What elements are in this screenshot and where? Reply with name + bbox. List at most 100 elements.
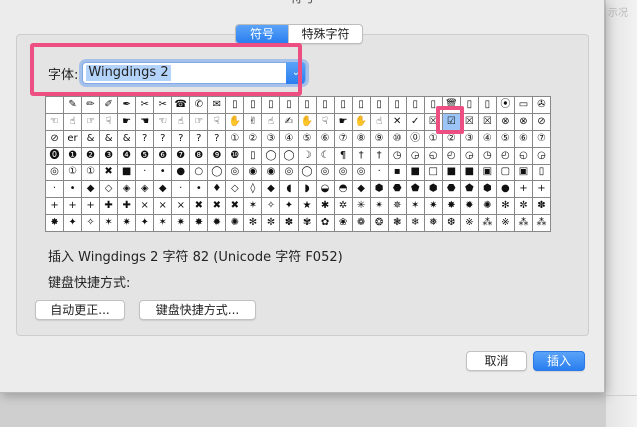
symbol-cell[interactable]: × — [154, 198, 173, 216]
symbol-cell[interactable]: ③ — [460, 130, 479, 148]
symbol-cell[interactable]: ▯ — [370, 97, 389, 114]
symbol-cell[interactable]: ⁂ — [478, 215, 497, 232]
symbol-cell[interactable]: ■ — [442, 164, 461, 182]
symbol-cell[interactable]: ⁂ — [514, 215, 533, 232]
symbol-cell[interactable]: + — [64, 198, 83, 216]
symbol-cell[interactable]: ☝ — [172, 113, 191, 131]
symbol-cell[interactable]: ▯ — [424, 97, 443, 114]
symbol-cell[interactable]: ◆ — [262, 181, 281, 199]
symbol-cell[interactable]: ☟ — [100, 113, 119, 131]
symbol-cell[interactable]: ● — [496, 181, 515, 199]
symbol-cell[interactable]: ◗ — [298, 181, 317, 199]
symbol-cell[interactable]: · — [46, 181, 65, 199]
symbol-cell[interactable]: ⑧ — [352, 130, 371, 148]
symbol-cell[interactable]: ☟ — [208, 113, 227, 131]
symbol-cell[interactable]: ☽ — [298, 147, 317, 165]
symbol-cell[interactable]: ✹ — [208, 215, 227, 232]
symbol-cell[interactable]: ✾ — [298, 215, 317, 232]
symbol-cell[interactable]: ▯ — [244, 97, 263, 114]
symbol-cell[interactable]: ❶ — [64, 147, 83, 165]
symbol-cell[interactable]: ▣ — [478, 164, 497, 182]
symbol-cell[interactable]: ❄ — [406, 215, 425, 232]
symbol-cell[interactable]: ❽ — [190, 147, 209, 165]
symbol-cell[interactable]: ⊘ — [46, 130, 65, 148]
symbol-cell[interactable]: ▯ — [316, 97, 335, 114]
symbol-cell[interactable]: · — [172, 181, 191, 199]
symbol-cell[interactable]: ⑥ — [316, 130, 335, 148]
symbol-cell[interactable]: ⊘ — [532, 113, 551, 131]
symbol-cell[interactable]: ✸ — [46, 215, 65, 232]
symbol-cell[interactable]: ✚ — [118, 198, 137, 216]
symbol-cell[interactable]: ■ — [460, 164, 479, 182]
symbol-cell[interactable]: ✦ — [64, 215, 83, 232]
symbol-cell[interactable]: ✉ — [208, 97, 227, 114]
symbol-cell[interactable]: ※ — [460, 215, 479, 232]
symbol-cell[interactable]: ✹ — [460, 198, 479, 216]
cancel-button[interactable]: 取消 — [466, 351, 527, 371]
symbol-cell[interactable]: ☜ — [46, 113, 65, 131]
symbol-cell[interactable]: ❃ — [388, 215, 407, 232]
symbol-cell[interactable]: ◊ — [244, 181, 263, 199]
symbol-cell[interactable]: ◆ — [82, 181, 101, 199]
symbol-cell[interactable]: ✼ — [514, 198, 533, 216]
symbol-cell[interactable]: ☾ — [316, 147, 335, 165]
symbol-cell[interactable]: ✆ — [190, 97, 209, 114]
symbol-cell[interactable]: ○ — [190, 164, 209, 182]
symbol-cell[interactable]: ⑤ — [298, 130, 317, 148]
symbol-cell[interactable]: ⑦ — [532, 130, 551, 148]
symbol-cell[interactable]: ⑨ — [370, 130, 389, 148]
symbol-cell[interactable]: ✶ — [100, 215, 119, 232]
symbol-cell[interactable]: ☞ — [82, 113, 101, 131]
symbol-cell[interactable]: ❿ — [226, 147, 245, 165]
font-select[interactable]: Wingdings 2 ⌄ — [82, 62, 307, 84]
symbol-cell[interactable]: ✲ — [334, 198, 353, 216]
symbol-cell[interactable]: ✼ — [262, 215, 281, 232]
symbol-cell[interactable]: ✂ — [154, 97, 173, 114]
symbol-cell[interactable]: ◎ — [316, 164, 335, 182]
autocorrect-button[interactable]: 自动更正... — [35, 300, 125, 320]
symbol-cell[interactable]: ◯ — [298, 164, 317, 182]
symbol-cell[interactable]: ▯ — [388, 97, 407, 114]
symbol-cell[interactable]: ❺ — [136, 147, 155, 165]
symbol-cell[interactable]: ◉ — [244, 164, 263, 182]
symbol-cell[interactable]: + — [46, 198, 65, 216]
symbol-cell[interactable]: ✸ — [442, 198, 461, 216]
symbol-cell[interactable]: ⑥ — [514, 130, 533, 148]
symbol-cell[interactable]: ✸ — [190, 215, 209, 232]
symbol-cell[interactable]: ④ — [478, 130, 497, 148]
symbol-cell[interactable]: • — [154, 164, 173, 182]
symbol-cell[interactable]: ☚ — [136, 113, 155, 131]
symbol-cell[interactable]: · — [370, 164, 389, 182]
symbol-cell[interactable]: ? — [208, 130, 227, 148]
symbol-cell[interactable]: ☒ — [478, 113, 497, 131]
symbol-cell[interactable]: ▯ — [244, 147, 263, 165]
symbol-cell[interactable]: × — [136, 198, 155, 216]
symbol-cell[interactable]: ▯ — [532, 164, 551, 182]
symbol-cell[interactable]: ❾ — [208, 147, 227, 165]
symbol-cell[interactable]: ◴ — [496, 147, 515, 165]
symbol-cell[interactable]: ❼ — [172, 147, 191, 165]
symbol-cell[interactable]: • — [64, 181, 83, 199]
symbol-cell[interactable]: ☒ — [424, 113, 443, 131]
symbol-cell[interactable]: ❹ — [118, 147, 137, 165]
symbol-cell[interactable]: ◶ — [532, 147, 551, 165]
symbol-cell[interactable]: ① — [64, 164, 83, 182]
symbol-cell[interactable]: ◯ — [280, 147, 299, 165]
symbol-cell[interactable]: ▭ — [514, 97, 533, 114]
chevron-down-icon[interactable]: ⌄ — [286, 62, 306, 84]
symbol-cell[interactable]: ☝ — [262, 113, 281, 131]
symbol-cell[interactable]: ✽ — [280, 215, 299, 232]
symbol-cell[interactable]: ❸ — [100, 147, 119, 165]
symbol-cell[interactable]: ⬢ — [370, 181, 389, 199]
symbol-cell[interactable]: ✎ — [64, 97, 83, 114]
symbol-cell[interactable]: ◒ — [316, 181, 335, 199]
symbol-cell[interactable]: ✷ — [424, 198, 443, 216]
symbol-cell[interactable]: ✋ — [352, 113, 371, 131]
symbol-cell[interactable]: ☝ — [64, 113, 83, 131]
symbol-cell[interactable]: ◴ — [442, 147, 461, 165]
symbol-cell[interactable]: ★ — [298, 198, 317, 216]
symbol-cell[interactable]: ◵ — [424, 147, 443, 165]
symbol-cell[interactable]: ※ — [496, 215, 515, 232]
symbol-cell[interactable]: † — [370, 147, 389, 165]
symbol-cell[interactable]: ◓ — [334, 181, 353, 199]
